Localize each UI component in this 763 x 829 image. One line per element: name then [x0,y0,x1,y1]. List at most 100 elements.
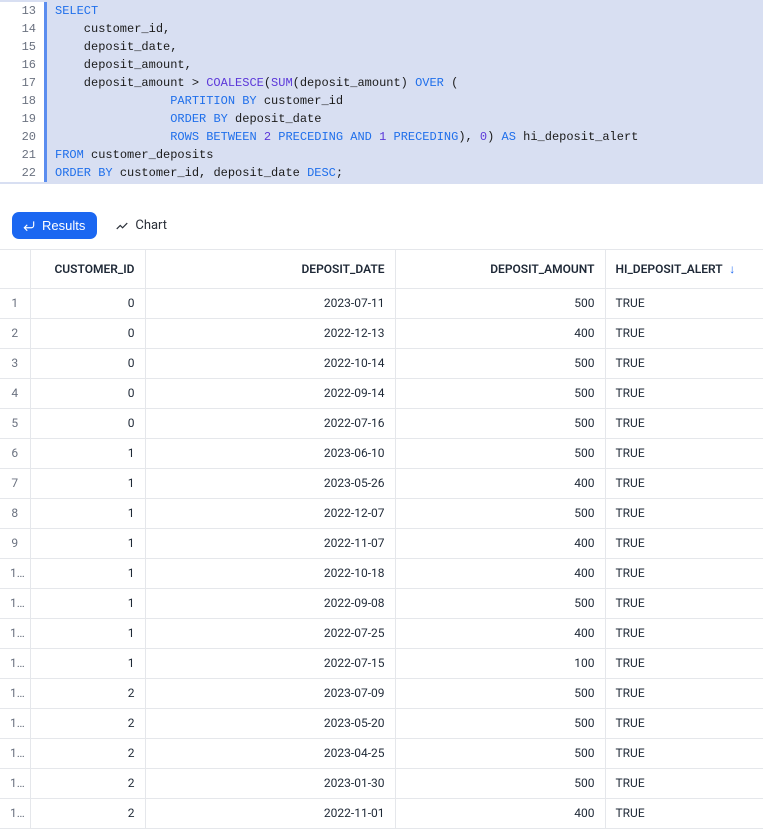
table-row[interactable]: 1522023-05-20500TRUE [0,708,763,738]
cell-hi-deposit-alert: TRUE [605,588,763,618]
results-tab-button[interactable]: Results [12,212,97,239]
cell-deposit-amount: 400 [395,468,605,498]
cell-customer-id: 0 [30,408,145,438]
table-row[interactable]: 912022-11-07400TRUE [0,528,763,558]
cell-customer-id: 1 [30,558,145,588]
cell-hi-deposit-alert: TRUE [605,498,763,528]
table-row[interactable]: 1822022-11-01400TRUE [0,798,763,828]
row-number: 3 [0,348,30,378]
table-row[interactable]: 502022-07-16500TRUE [0,408,763,438]
col-header-rownum[interactable] [0,250,30,288]
cell-deposit-amount: 400 [395,528,605,558]
table-row[interactable]: 202022-12-13400TRUE [0,318,763,348]
row-number: 6 [0,438,30,468]
table-row[interactable]: 1312022-07-15100TRUE [0,648,763,678]
table-row[interactable]: 302022-10-14500TRUE [0,348,763,378]
cell-customer-id: 0 [30,378,145,408]
results-table: CUSTOMER_ID DEPOSIT_DATE DEPOSIT_AMOUNT … [0,250,763,829]
cell-hi-deposit-alert: TRUE [605,438,763,468]
cell-deposit-amount: 100 [395,648,605,678]
cell-deposit-date: 2022-10-18 [145,558,395,588]
cell-deposit-amount: 500 [395,288,605,318]
cell-deposit-amount: 500 [395,708,605,738]
cell-deposit-amount: 400 [395,798,605,828]
cell-deposit-amount: 400 [395,318,605,348]
row-number: 12 [0,618,30,648]
cell-customer-id: 0 [30,288,145,318]
row-number: 13 [0,648,30,678]
chart-tab-label: Chart [135,218,167,233]
cell-customer-id: 2 [30,798,145,828]
cell-hi-deposit-alert: TRUE [605,648,763,678]
cell-hi-deposit-alert: TRUE [605,768,763,798]
cell-hi-deposit-alert: TRUE [605,288,763,318]
cell-deposit-amount: 500 [395,498,605,528]
cell-hi-deposit-alert: TRUE [605,678,763,708]
cell-deposit-date: 2023-07-11 [145,288,395,318]
cell-customer-id: 0 [30,348,145,378]
cell-customer-id: 1 [30,588,145,618]
table-row[interactable]: 102023-07-11500TRUE [0,288,763,318]
cell-hi-deposit-alert: TRUE [605,408,763,438]
row-number: 10 [0,558,30,588]
cell-deposit-amount: 400 [395,618,605,648]
row-number: 18 [0,798,30,828]
col-header-hi-deposit-alert[interactable]: HI_DEPOSIT_ALERT ↓ [605,250,763,288]
cell-deposit-amount: 500 [395,768,605,798]
cell-deposit-amount: 500 [395,378,605,408]
col-header-hi-deposit-alert-label: HI_DEPOSIT_ALERT [616,262,723,276]
chart-tab-button[interactable]: Chart [115,218,167,233]
row-number: 8 [0,498,30,528]
results-tab-label: Results [42,218,85,233]
cell-hi-deposit-alert: TRUE [605,528,763,558]
table-row[interactable]: 402022-09-14500TRUE [0,378,763,408]
row-number: 5 [0,408,30,438]
table-row[interactable]: 712023-05-26400TRUE [0,468,763,498]
sql-code-lines[interactable]: SELECT customer_id, deposit_date, deposi… [44,2,763,182]
sql-editor[interactable]: 13141516171819202122 SELECT customer_id,… [0,0,763,184]
cell-hi-deposit-alert: TRUE [605,378,763,408]
table-row[interactable]: 1722023-01-30500TRUE [0,768,763,798]
table-row[interactable]: 1012022-10-18400TRUE [0,558,763,588]
table-row[interactable]: 1212022-07-25400TRUE [0,618,763,648]
cell-deposit-date: 2022-10-14 [145,348,395,378]
table-header-row: CUSTOMER_ID DEPOSIT_DATE DEPOSIT_AMOUNT … [0,250,763,288]
table-row[interactable]: 1422023-07-09500TRUE [0,678,763,708]
cell-customer-id: 1 [30,528,145,558]
table-row[interactable]: 1622023-04-25500TRUE [0,738,763,768]
cell-hi-deposit-alert: TRUE [605,468,763,498]
cell-deposit-date: 2023-07-09 [145,678,395,708]
col-header-deposit-amount[interactable]: DEPOSIT_AMOUNT [395,250,605,288]
cell-hi-deposit-alert: TRUE [605,798,763,828]
cell-deposit-date: 2022-09-08 [145,588,395,618]
cell-hi-deposit-alert: TRUE [605,318,763,348]
cell-deposit-amount: 500 [395,348,605,378]
cell-customer-id: 1 [30,468,145,498]
row-number: 14 [0,678,30,708]
row-number: 2 [0,318,30,348]
cell-deposit-amount: 500 [395,678,605,708]
cell-deposit-date: 2023-01-30 [145,768,395,798]
table-row[interactable]: 1112022-09-08500TRUE [0,588,763,618]
cell-deposit-date: 2022-07-16 [145,408,395,438]
cell-customer-id: 1 [30,438,145,468]
cell-customer-id: 2 [30,678,145,708]
table-row[interactable]: 812022-12-07500TRUE [0,498,763,528]
cell-deposit-date: 2022-11-07 [145,528,395,558]
cell-deposit-date: 2023-04-25 [145,738,395,768]
cell-customer-id: 2 [30,768,145,798]
col-header-customer-id[interactable]: CUSTOMER_ID [30,250,145,288]
cell-hi-deposit-alert: TRUE [605,558,763,588]
cell-deposit-date: 2022-12-13 [145,318,395,348]
cell-customer-id: 1 [30,618,145,648]
row-number: 16 [0,738,30,768]
cell-deposit-amount: 500 [395,408,605,438]
cell-deposit-amount: 400 [395,558,605,588]
row-number: 9 [0,528,30,558]
results-toolbar: Results Chart [0,202,763,250]
row-number: 15 [0,708,30,738]
row-number: 1 [0,288,30,318]
table-row[interactable]: 612023-06-10500TRUE [0,438,763,468]
col-header-deposit-date[interactable]: DEPOSIT_DATE [145,250,395,288]
cell-customer-id: 1 [30,498,145,528]
